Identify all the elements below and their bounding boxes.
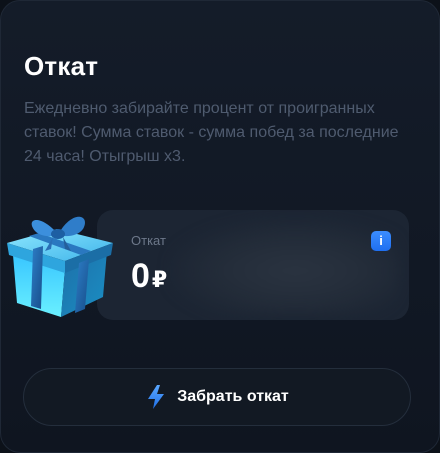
claim-rakeback-button[interactable]: Забрать откат <box>23 368 411 426</box>
claim-button-label: Забрать откат <box>177 388 289 405</box>
gift-box-icon <box>7 216 113 317</box>
currency-symbol: ₽ <box>151 267 168 292</box>
rakeback-amount-display: 0₽ <box>131 256 167 300</box>
rakeback-panel: Откат 0₽ i <box>97 210 409 320</box>
card-description: Ежедневно забирайте процент от проигранн… <box>24 100 399 165</box>
card-title: Откат <box>24 51 99 81</box>
lightning-bolt-icon <box>148 385 165 409</box>
info-icon[interactable]: i <box>371 231 391 251</box>
panel-background-blur <box>169 218 399 314</box>
rakeback-label: Откат <box>131 233 166 248</box>
rakeback-amount: 0 <box>131 257 150 295</box>
rakeback-card: Откат Ежедневно забирайте процент от про… <box>0 0 440 453</box>
